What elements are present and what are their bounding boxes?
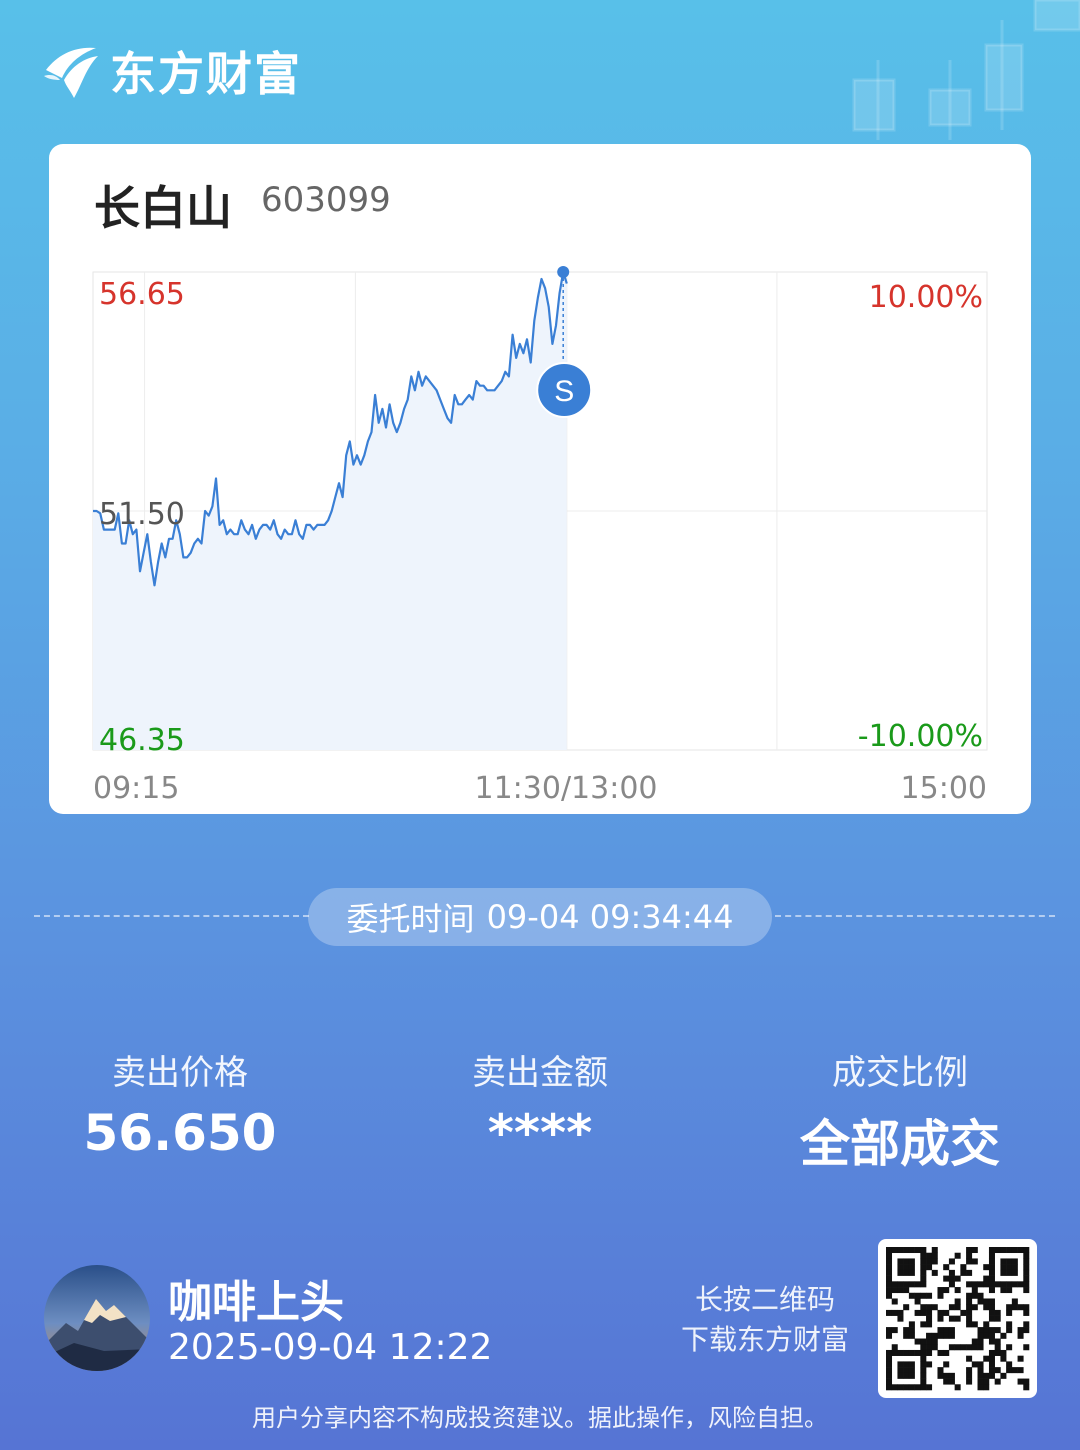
y-label-low: 46.35 [99,723,185,758]
y-label-right-low: -10.00% [858,719,983,754]
snow-mountain-avatar-icon [44,1265,150,1371]
qr-hint-line1: 长按二维码 [694,1283,835,1316]
order-time-pill: 委托时间 09-04 09:34:44 [308,888,772,946]
sell-price-value: 56.650 [83,1104,277,1162]
disclaimer: 用户分享内容不构成投资建议。据此操作，风险自担。 [252,1404,828,1432]
user-avatar[interactable] [44,1265,150,1371]
fill-ratio-label: 成交比例 [832,1053,968,1093]
share-time: 2025-09-04 12:22 [168,1327,493,1368]
sell-amount-value: **** [487,1104,593,1162]
stock-chart-card[interactable]: 长白山 603099 S 56.65 51.50 46.35 10.00% -10.00%… [49,144,1031,814]
qr-hint-line2: 下载东方财富 [680,1323,849,1356]
sell-amount-label: 卖出金额 [472,1053,608,1093]
candlestick-decoration [852,0,1080,140]
divider-right [775,915,1055,917]
x-tick-midday: 11:30/13:00 [474,771,657,806]
y-label-right-high: 10.00% [869,280,983,315]
order-time-label: 委托时间 [346,900,475,938]
y-label-prev-close: 51.50 [99,497,185,532]
order-time-value: 09-04 09:34:44 [486,898,734,936]
intraday-chart: S 56.65 51.50 46.35 10.00% -10.00% 09:15 11:30/… [92,266,988,806]
east-money-swallow-logo-icon [44,47,98,98]
y-label-high: 56.65 [99,277,185,312]
brand-name: 东方财富 [110,47,302,101]
fill-ratio-stat: 成交比例 全部成交 [750,1045,1050,1176]
sell-price-label: 卖出价格 [112,1053,248,1093]
qr-code-icon [886,1247,1030,1391]
fill-ratio-value: 全部成交 [800,1115,1000,1173]
sell-marker-label: S [554,375,574,408]
qr-hint: 长按二维码 下载东方财富 [660,1280,870,1360]
x-tick-close: 15:00 [901,771,987,806]
qr-code[interactable] [878,1239,1037,1398]
sell-amount-stat: 卖出金额 **** [390,1045,690,1162]
user-name: 咖啡上头 [168,1277,344,1328]
brand-logo: 东方财富 [40,40,302,102]
divider-left [34,915,309,917]
sell-price-stat: 卖出价格 56.650 [30,1045,330,1162]
x-tick-open: 09:15 [93,771,179,806]
